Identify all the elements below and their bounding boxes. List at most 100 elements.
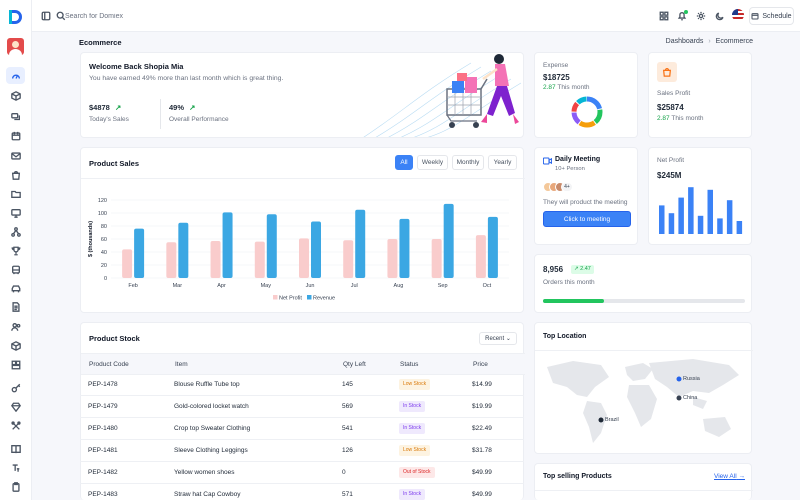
top-location-title: Top Location [543, 333, 587, 340]
expense-delta-suffix: This month [557, 84, 590, 91]
bar-revenue[interactable] [399, 218, 410, 278]
book-icon[interactable] [6, 440, 25, 457]
notification-dot [684, 10, 688, 14]
view-all-link[interactable]: View All → [714, 473, 745, 480]
key-icon[interactable] [6, 379, 25, 396]
bar-net-profit[interactable] [299, 238, 309, 278]
layout-icon[interactable] [6, 356, 25, 373]
bar-revenue[interactable] [266, 214, 277, 278]
bar-net-profit[interactable] [254, 241, 265, 278]
bus-icon[interactable] [6, 261, 25, 278]
x-tick-label: Apr [217, 283, 226, 289]
bar-net-profit[interactable] [431, 239, 442, 278]
bar-revenue[interactable] [443, 203, 454, 278]
box-icon[interactable] [6, 87, 25, 104]
tools-icon[interactable] [6, 417, 25, 434]
recent-filter-label: Recent [485, 336, 505, 342]
bar-revenue[interactable] [311, 221, 321, 278]
bar-revenue[interactable] [222, 212, 233, 278]
recent-filter-dropdown[interactable]: Recent ⌄ [479, 332, 517, 345]
divider [535, 490, 753, 491]
qty-left: 571 [342, 491, 353, 498]
view-all-label: View All [714, 473, 737, 480]
map-pin-brazil[interactable]: Brazil [605, 417, 619, 423]
shopping-cart-illustration [446, 54, 519, 128]
apps-grid-icon[interactable] [659, 11, 669, 23]
net-profit-card: Net Profit $245M [648, 147, 752, 245]
map-pin-china[interactable]: China [683, 395, 697, 401]
bar-net-profit[interactable] [210, 240, 221, 278]
search-input[interactable] [65, 9, 225, 23]
legend-label: Net Profit [279, 296, 302, 302]
table-row[interactable]: PEP-1478 Blouse Ruffle Tube top 145 Low … [80, 374, 524, 396]
bar-net-profit[interactable] [166, 242, 177, 278]
net-profit-bar [726, 200, 733, 234]
dark-mode-icon[interactable] [715, 11, 725, 23]
flag-icon[interactable] [732, 9, 744, 21]
sidebar-rail [0, 0, 32, 500]
mail-icon[interactable] [6, 147, 25, 164]
clipboard-icon[interactable] [6, 478, 25, 495]
cube-icon[interactable] [6, 337, 25, 354]
folder-icon[interactable] [6, 185, 25, 202]
settings-icon[interactable] [696, 11, 706, 23]
dashboard-icon[interactable] [6, 67, 25, 84]
y-tick-label: 80 [101, 224, 107, 230]
avatar[interactable] [7, 38, 24, 55]
tab-all[interactable]: All [395, 155, 413, 170]
tab-yearly[interactable]: Yearly [488, 155, 517, 170]
orders-card: 8,956 ↗ 2.47 Orders this month [534, 254, 752, 313]
expense-card: Expense $18725 2.87 This month [534, 52, 638, 138]
table-row[interactable]: PEP-1480 Crop top Sweater Clothing 541 I… [80, 418, 524, 440]
trend-up-icon: ↗ [114, 103, 122, 112]
product-code: PEP-1481 [88, 447, 118, 454]
net-profit-bar [678, 197, 684, 234]
net-profit-bar [688, 187, 694, 234]
calendar-icon[interactable] [6, 127, 25, 144]
bar-net-profit[interactable] [387, 239, 398, 278]
net-profit-bar [659, 205, 665, 234]
network-icon[interactable] [6, 223, 25, 240]
diamond-icon[interactable] [6, 398, 25, 415]
tab-weekly[interactable]: Weekly [417, 155, 448, 170]
chevron-right-icon: › [708, 38, 711, 45]
schedule-button[interactable]: Schedule [749, 7, 794, 25]
y-tick-label: 100 [98, 211, 107, 217]
bar-revenue[interactable] [355, 209, 366, 278]
shopping-bag-icon[interactable] [6, 166, 25, 183]
users-icon[interactable] [6, 318, 25, 335]
table-row[interactable]: PEP-1481 Sleeve Clothing Leggings 126 Lo… [80, 440, 524, 462]
car-icon[interactable] [6, 280, 25, 297]
chat-icon[interactable] [6, 108, 25, 125]
y-axis-label: $ (thousands) [88, 221, 94, 257]
table-row[interactable]: PEP-1482 Yellow women shoes 0 Out of Sto… [80, 462, 524, 484]
product-code: PEP-1483 [88, 491, 118, 498]
column-header: Status [400, 361, 419, 368]
table-row[interactable]: PEP-1479 Gold-colored locket watch 569 I… [80, 396, 524, 418]
x-tick-label: Mar [173, 283, 183, 289]
bar-revenue[interactable] [134, 228, 145, 278]
qty-left: 126 [342, 447, 353, 454]
bar-revenue[interactable] [178, 222, 189, 278]
document-icon[interactable] [6, 298, 25, 315]
arrow-right-icon: → [738, 473, 745, 480]
bar-net-profit[interactable] [343, 240, 354, 278]
monitor-icon[interactable] [6, 204, 25, 221]
tab-monthly[interactable]: Monthly [452, 155, 484, 170]
trophy-icon[interactable] [6, 242, 25, 259]
video-icon [543, 157, 552, 165]
net-profit-value: $245M [657, 171, 682, 180]
bar-revenue[interactable] [487, 216, 498, 278]
bar-net-profit[interactable] [475, 235, 486, 278]
text-format-icon[interactable] [6, 459, 25, 476]
menu-icon[interactable] [41, 11, 51, 23]
bar-net-profit[interactable] [122, 249, 133, 278]
click-to-meeting-button[interactable]: Click to meeting [543, 211, 631, 227]
logo-icon[interactable] [7, 9, 23, 25]
table-row[interactable]: PEP-1483 Straw hat Cap Cowboy 571 In Sto… [80, 484, 524, 500]
y-tick-label: 60 [101, 237, 107, 243]
breadcrumb-parent[interactable]: Dashboards [666, 38, 704, 45]
divider [535, 350, 753, 351]
map-pin-russia[interactable]: Russia [683, 376, 700, 382]
price: $19.99 [472, 403, 492, 410]
